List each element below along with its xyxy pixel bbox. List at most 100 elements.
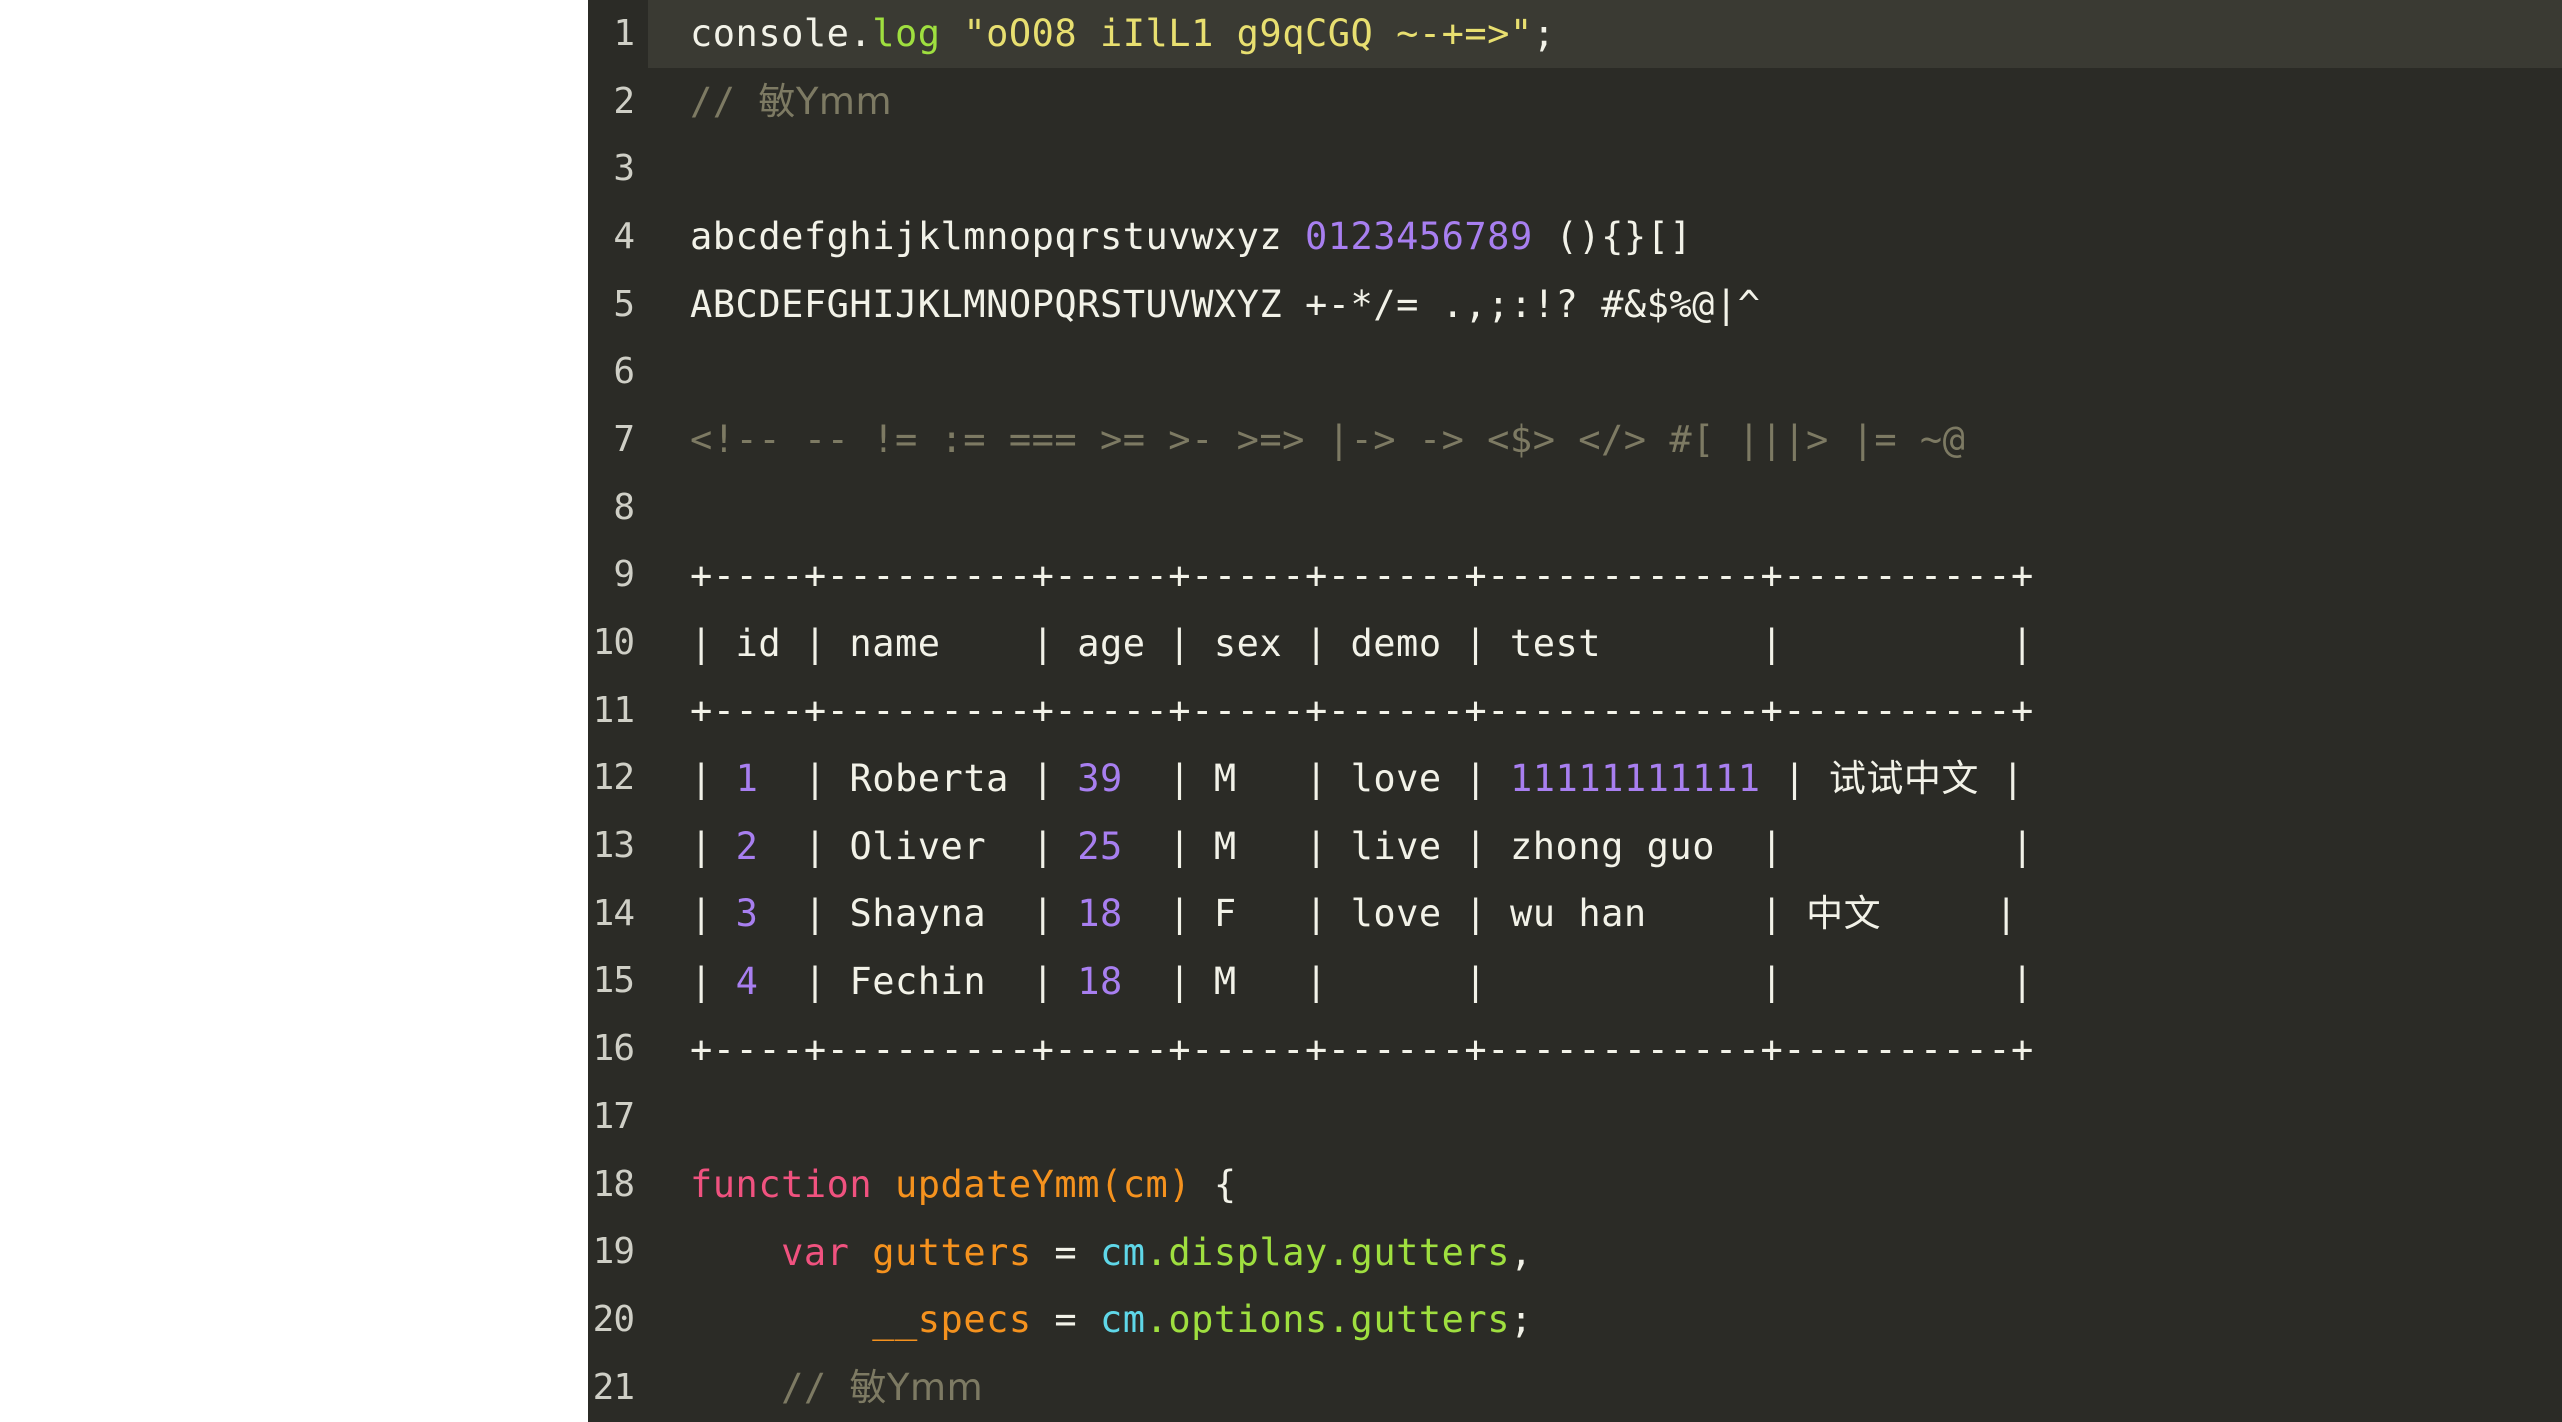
cell-name: Shayna bbox=[849, 892, 987, 936]
line-number[interactable]: 6 bbox=[588, 354, 648, 390]
editor-line[interactable]: 17 bbox=[588, 1083, 2562, 1151]
editor-line[interactable]: 13 | 2 | Oliver | 25 | M | live | zhong … bbox=[588, 812, 2562, 880]
token-comma: , bbox=[1509, 1230, 1533, 1274]
line-number[interactable]: 20 bbox=[588, 1301, 648, 1338]
line-number[interactable]: 5 bbox=[588, 286, 648, 323]
cell-border: | | bbox=[1714, 824, 2034, 868]
editor-line[interactable]: 16 +----+---------+-----+-----+------+--… bbox=[588, 1015, 2562, 1083]
editor-line[interactable]: 1 console.log "oO08 iIlL1 g9qCGQ ~-+=>"; bbox=[588, 0, 2562, 68]
line-number[interactable]: 17 bbox=[588, 1098, 648, 1135]
line-number[interactable]: 12 bbox=[588, 760, 648, 796]
line-content[interactable]: // 敏Ymm bbox=[648, 1369, 983, 1406]
editor-line[interactable]: 12 | 1 | Roberta | 39 | M | love | 11111… bbox=[588, 745, 2562, 813]
line-number[interactable]: 18 bbox=[588, 1166, 648, 1203]
editor-line[interactable]: 11 +----+---------+-----+-----+------+--… bbox=[588, 677, 2562, 745]
token-string: "oO08 iIlL1 g9qCGQ ~-+=>" bbox=[963, 12, 1533, 56]
line-number[interactable]: 21 bbox=[588, 1369, 648, 1406]
line-content[interactable]: // 敏Ymm bbox=[648, 83, 892, 120]
token-method: log bbox=[872, 12, 941, 56]
cell-sex: M bbox=[1213, 824, 1237, 868]
ascii-table-separator: +----+---------+-----+-----+------+-----… bbox=[690, 553, 2034, 597]
editor-line[interactable]: 8 bbox=[588, 474, 2562, 542]
cell-demo: live bbox=[1350, 824, 1442, 868]
token-open-brace: { bbox=[1191, 1163, 1237, 1207]
line-number[interactable]: 11 bbox=[588, 692, 648, 729]
line-content[interactable]: <!-- -- != := === >= >- >=> |-> -> <$> <… bbox=[648, 421, 1965, 458]
line-content[interactable]: __specs = cm.options.gutters; bbox=[648, 1301, 1533, 1338]
line-content[interactable]: console.log "oO08 iIlL1 g9qCGQ ~-+=>"; bbox=[648, 15, 1556, 52]
cell-extra: 试试中文 bbox=[1828, 756, 1979, 800]
cell-border: | | | | bbox=[1236, 959, 2034, 1003]
line-number[interactable]: 1 bbox=[588, 15, 648, 52]
token-comment-marker: // bbox=[690, 80, 759, 124]
cell-border: | bbox=[1122, 892, 1214, 936]
cell-id: 3 bbox=[735, 892, 759, 936]
editor-line[interactable]: 19 var gutters = cm.display.gutters, bbox=[588, 1218, 2562, 1286]
editor-line[interactable]: 5 ABCDEFGHIJKLMNOPQRSTUVWXYZ +-*/= .,;:!… bbox=[588, 271, 2562, 339]
cell-border: | bbox=[1236, 892, 1351, 936]
editor-line[interactable]: 21 // 敏Ymm bbox=[588, 1354, 2562, 1422]
line-number[interactable]: 14 bbox=[588, 895, 648, 932]
token-dot: . bbox=[849, 12, 873, 56]
cell-sex: M bbox=[1213, 756, 1237, 800]
cell-age: 18 bbox=[1077, 959, 1123, 1003]
editor-line[interactable]: 4 abcdefghijklmnopqrstuvwxyz 0123456789 … bbox=[588, 203, 2562, 271]
editor-line[interactable]: 18 function updateYmm(cm) { bbox=[588, 1151, 2562, 1219]
editor-line[interactable]: 10 | id | name | age | sex | demo | test… bbox=[588, 609, 2562, 677]
cell-border: | bbox=[758, 959, 850, 1003]
editor-line[interactable]: 6 bbox=[588, 338, 2562, 406]
editor-line[interactable]: 20 __specs = cm.options.gutters; bbox=[588, 1286, 2562, 1354]
line-number[interactable]: 19 bbox=[588, 1234, 648, 1270]
token-property-options: .options bbox=[1145, 1298, 1328, 1342]
editor-line[interactable]: 2 // 敏Ymm bbox=[588, 68, 2562, 136]
line-number[interactable]: 13 bbox=[588, 828, 648, 864]
line-number[interactable]: 2 bbox=[588, 83, 648, 120]
line-number[interactable]: 3 bbox=[588, 151, 648, 187]
cell-border: | bbox=[758, 824, 850, 868]
cell-age: 39 bbox=[1077, 756, 1123, 800]
editor-line[interactable]: 7 <!-- -- != := === >= >- >=> |-> -> <$>… bbox=[588, 406, 2562, 474]
cell-border: | bbox=[690, 824, 736, 868]
line-number[interactable]: 4 bbox=[588, 218, 648, 255]
ascii-table-separator: +----+---------+-----+-----+------+-----… bbox=[690, 689, 2034, 733]
token-ligatures: <!-- -- != := === >= >- >=> |-> -> <$> <… bbox=[690, 418, 1966, 462]
editor-line[interactable]: 15 | 4 | Fechin | 18 | M | | | | bbox=[588, 948, 2562, 1016]
line-number[interactable]: 9 bbox=[588, 557, 648, 593]
editor-line[interactable]: 14 | 3 | Shayna | 18 | F | love | wu han… bbox=[588, 880, 2562, 948]
token-semicolon: ; bbox=[1532, 12, 1556, 56]
token-lowercase-alphabet: abcdefghijklmnopqrstuvwxyz bbox=[690, 215, 1283, 259]
token-symbols: #&$%@|^ bbox=[1601, 283, 1761, 327]
cell-extra: 中文 bbox=[1806, 892, 1882, 936]
line-number[interactable]: 15 bbox=[588, 963, 648, 999]
editor-line[interactable]: 3 bbox=[588, 135, 2562, 203]
ascii-table-header-row: | id | name | age | sex | demo | test | … bbox=[690, 621, 2034, 665]
cell-name: Roberta bbox=[849, 756, 1009, 800]
editor-line[interactable]: 9 +----+---------+-----+-----+------+---… bbox=[588, 542, 2562, 610]
line-content[interactable]: function updateYmm(cm) { bbox=[648, 1166, 1237, 1203]
code-editor[interactable]: 1 console.log "oO08 iIlL1 g9qCGQ ~-+=>";… bbox=[588, 0, 2562, 1422]
cell-demo: love bbox=[1350, 892, 1442, 936]
line-number[interactable]: 7 bbox=[588, 421, 648, 458]
line-number[interactable]: 16 bbox=[588, 1031, 648, 1067]
token-equals: = bbox=[1031, 1230, 1100, 1274]
cell-border: | bbox=[1122, 959, 1214, 1003]
token-open-paren: ( bbox=[1099, 1163, 1123, 1207]
line-number[interactable]: 8 bbox=[588, 489, 648, 526]
line-content[interactable]: var gutters = cm.display.gutters, bbox=[648, 1234, 1533, 1271]
cell-border: | bbox=[1760, 756, 1829, 800]
cell-sex: F bbox=[1213, 892, 1237, 936]
cell-border: | bbox=[1122, 824, 1214, 868]
line-content[interactable]: abcdefghijklmnopqrstuvwxyz 0123456789 ()… bbox=[648, 218, 1692, 255]
token-punctuation: .,;:!? bbox=[1441, 283, 1579, 327]
token-object: console bbox=[690, 12, 850, 56]
line-content[interactable]: ABCDEFGHIJKLMNOPQRSTUVWXYZ +-*/= .,;:!? … bbox=[648, 286, 1761, 323]
line-number[interactable]: 10 bbox=[588, 625, 648, 661]
token-keyword-function: function bbox=[690, 1163, 873, 1207]
token-property-gutters: .gutters bbox=[1327, 1298, 1510, 1342]
cell-border: | bbox=[690, 892, 736, 936]
cell-border: | bbox=[758, 892, 850, 936]
cell-border: | bbox=[986, 824, 1078, 868]
